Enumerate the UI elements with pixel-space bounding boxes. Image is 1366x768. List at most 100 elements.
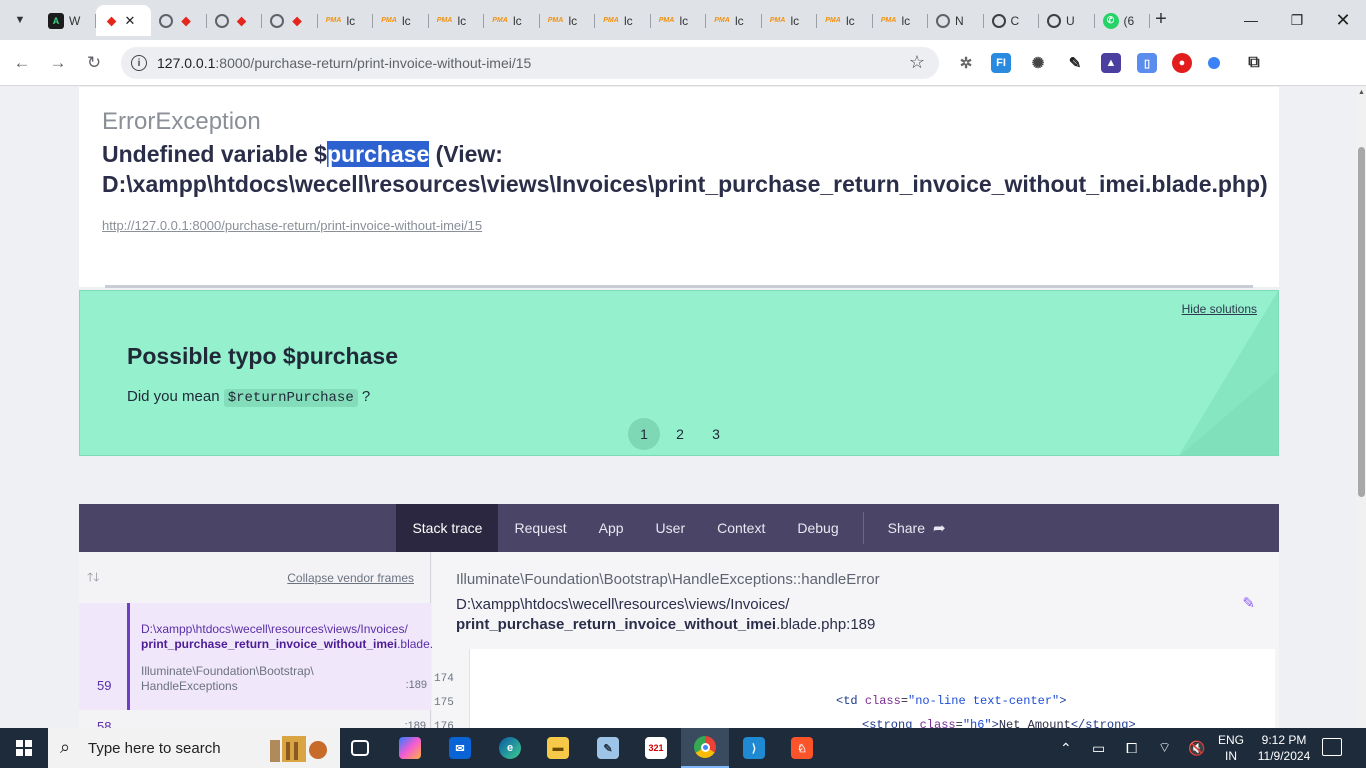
new-tab-plus-icon[interactable]: + [1150,8,1172,30]
tab[interactable]: PMA lc [817,5,873,36]
globe-icon [936,13,950,28]
extensions-puzzle-icon[interactable]: ⧉ [1244,53,1264,73]
bookmark-star-icon[interactable]: ☆ [909,52,925,73]
tab[interactable]: ✆ (6 [1095,5,1151,36]
reload-icon[interactable]: ↻ [82,51,106,75]
phpmyadmin-icon: PMA [603,17,619,24]
tab[interactable]: ⬥ [207,5,263,36]
laravel-icon: ⬥ [236,12,247,28]
extension-gear-icon[interactable]: ✲ [956,53,976,73]
edge-icon[interactable]: e [486,728,534,768]
extension-blue-dot-icon[interactable] [1208,57,1220,69]
phpmyadmin-icon: PMA [492,17,508,24]
close-tab-icon[interactable]: ✕ [125,13,136,29]
device-icon[interactable]: ⧠ [1126,728,1137,768]
minimize-icon[interactable]: — [1228,0,1274,40]
taskbar-search[interactable]: ⌕ Type here to search [48,728,340,768]
phpmyadmin-icon: PMA [658,17,675,24]
tab[interactable]: PMA lc [540,5,596,36]
tab-user[interactable]: User [640,504,702,552]
address-url[interactable]: 127.0.0.1:8000/purchase-return/print-inv… [157,55,531,71]
copilot-icon[interactable] [386,728,434,768]
edit-pencil-icon[interactable]: ✎ [1242,594,1255,612]
card-divider [105,285,1253,288]
exception-message: Undefined variable $purchase (View: D:\x… [102,141,1268,197]
extension-doc-icon[interactable]: ▯ [1137,53,1157,73]
site-info-icon[interactable]: i [131,55,147,71]
battery-icon[interactable]: ▭ [1092,728,1105,768]
back-arrow-icon[interactable]: ← [10,51,34,75]
forward-arrow-icon[interactable]: → [46,51,70,75]
suggested-variable: $returnPurchase [223,389,358,407]
scroll-up-arrow-icon[interactable]: ▲ [1358,89,1365,96]
tab[interactable]: PMA lc [595,5,651,36]
hide-solutions-link[interactable]: Hide solutions [1182,302,1257,316]
address-bar[interactable]: i 127.0.0.1:8000/purchase-return/print-i… [121,47,939,79]
notepad-icon[interactable]: ✎ [584,728,632,768]
frame-method: Illuminate\Foundation\Bootstrap\HandleEx… [456,571,880,588]
solution-page-1[interactable]: 1 [628,418,660,450]
app-a-icon: A [48,12,64,29]
wifi-icon[interactable]: ⌔ [1158,728,1171,768]
share-arrow-icon: ➦ [932,520,946,537]
collapse-vendor-frames-link[interactable]: Collapse vendor frames [287,571,414,585]
tab[interactable]: PMA lc [318,5,374,36]
frame-navigation-arrows-icon[interactable]: 🡑🡓 [87,568,99,589]
scrollbar-thumb[interactable] [1358,147,1365,497]
tab[interactable]: ⬥ [151,5,207,36]
start-button[interactable] [0,728,48,768]
tab[interactable]: PMA lc [873,5,929,36]
code-viewer: 174 175 176 <td class="no-line text-cent… [434,649,1275,728]
show-hidden-icons-icon[interactable]: ⌃ [1060,728,1072,768]
laravel-icon: ⬥ [181,12,191,28]
tab[interactable]: PMA lc [373,5,429,36]
laravel-icon: ⬥ [292,12,302,28]
tab[interactable]: PMA lc [429,5,485,36]
tab[interactable]: ⬥ [262,5,318,36]
extension-eyedropper-icon[interactable]: ✎ [1065,53,1085,73]
line-numbers: 174 175 176 [434,673,454,728]
solution-page-2[interactable]: 2 [664,418,696,450]
notifications-icon[interactable] [1322,738,1342,756]
task-view-icon[interactable] [336,728,384,768]
tab[interactable]: PMA lc [762,5,818,36]
extension-red-icon[interactable]: ● [1172,53,1192,73]
tab[interactable]: PMA lc [706,5,762,36]
tab[interactable]: PMA lc [484,5,540,36]
vscode-icon[interactable]: ⟩ [730,728,778,768]
language-indicator[interactable]: ENG IN [1218,732,1244,764]
tab-context[interactable]: Context [701,504,781,552]
file-explorer-icon[interactable]: ▬ [534,728,582,768]
tab-debug[interactable]: Debug [781,504,854,552]
frame-number[interactable]: 58 [97,719,111,728]
volume-muted-icon[interactable]: 🔇 [1188,728,1205,768]
phpmyadmin-icon: PMA [325,17,342,24]
close-window-icon[interactable]: ✕ [1320,0,1366,40]
tab-stack-trace[interactable]: Stack trace [396,504,499,552]
tab[interactable]: N [928,5,984,36]
tab-active[interactable]: ⬥ ✕ [95,5,151,36]
share-button[interactable]: Share ➦ [872,504,962,552]
tab-request[interactable]: Request [498,504,582,552]
clock[interactable]: 9:12 PM 11/9/2024 [1256,732,1312,764]
page-scrollbar[interactable]: ▲ [1356,87,1366,728]
extension-bug-icon[interactable]: ✺ [1028,53,1048,73]
tab[interactable]: AW [40,5,96,36]
request-url-link[interactable]: http://127.0.0.1:8000/purchase-return/pr… [102,218,482,233]
solution-page-3[interactable]: 3 [700,418,732,450]
brave-icon[interactable]: ♘ [778,728,826,768]
tab-app[interactable]: App [583,504,640,552]
tab[interactable]: C [984,5,1040,36]
media-icon[interactable]: 321 [632,728,680,768]
tab[interactable]: U [1039,5,1095,36]
stack-frame-selected[interactable]: D:\xampp\htdocs\wecell\resources\views/I… [79,603,446,710]
extension-fi-icon[interactable]: FI [991,53,1011,73]
restore-icon[interactable]: ❐ [1274,0,1320,40]
phpmyadmin-icon: PMA [769,17,786,24]
extension-cap-icon[interactable]: ▲ [1101,53,1121,73]
tab[interactable]: PMA lc [651,5,707,36]
chrome-icon[interactable] [681,728,729,768]
frame-number: 59 [97,678,112,693]
mail-icon[interactable]: ✉ [436,728,484,768]
tab-search-chevron-icon[interactable]: ▼ [8,8,32,32]
